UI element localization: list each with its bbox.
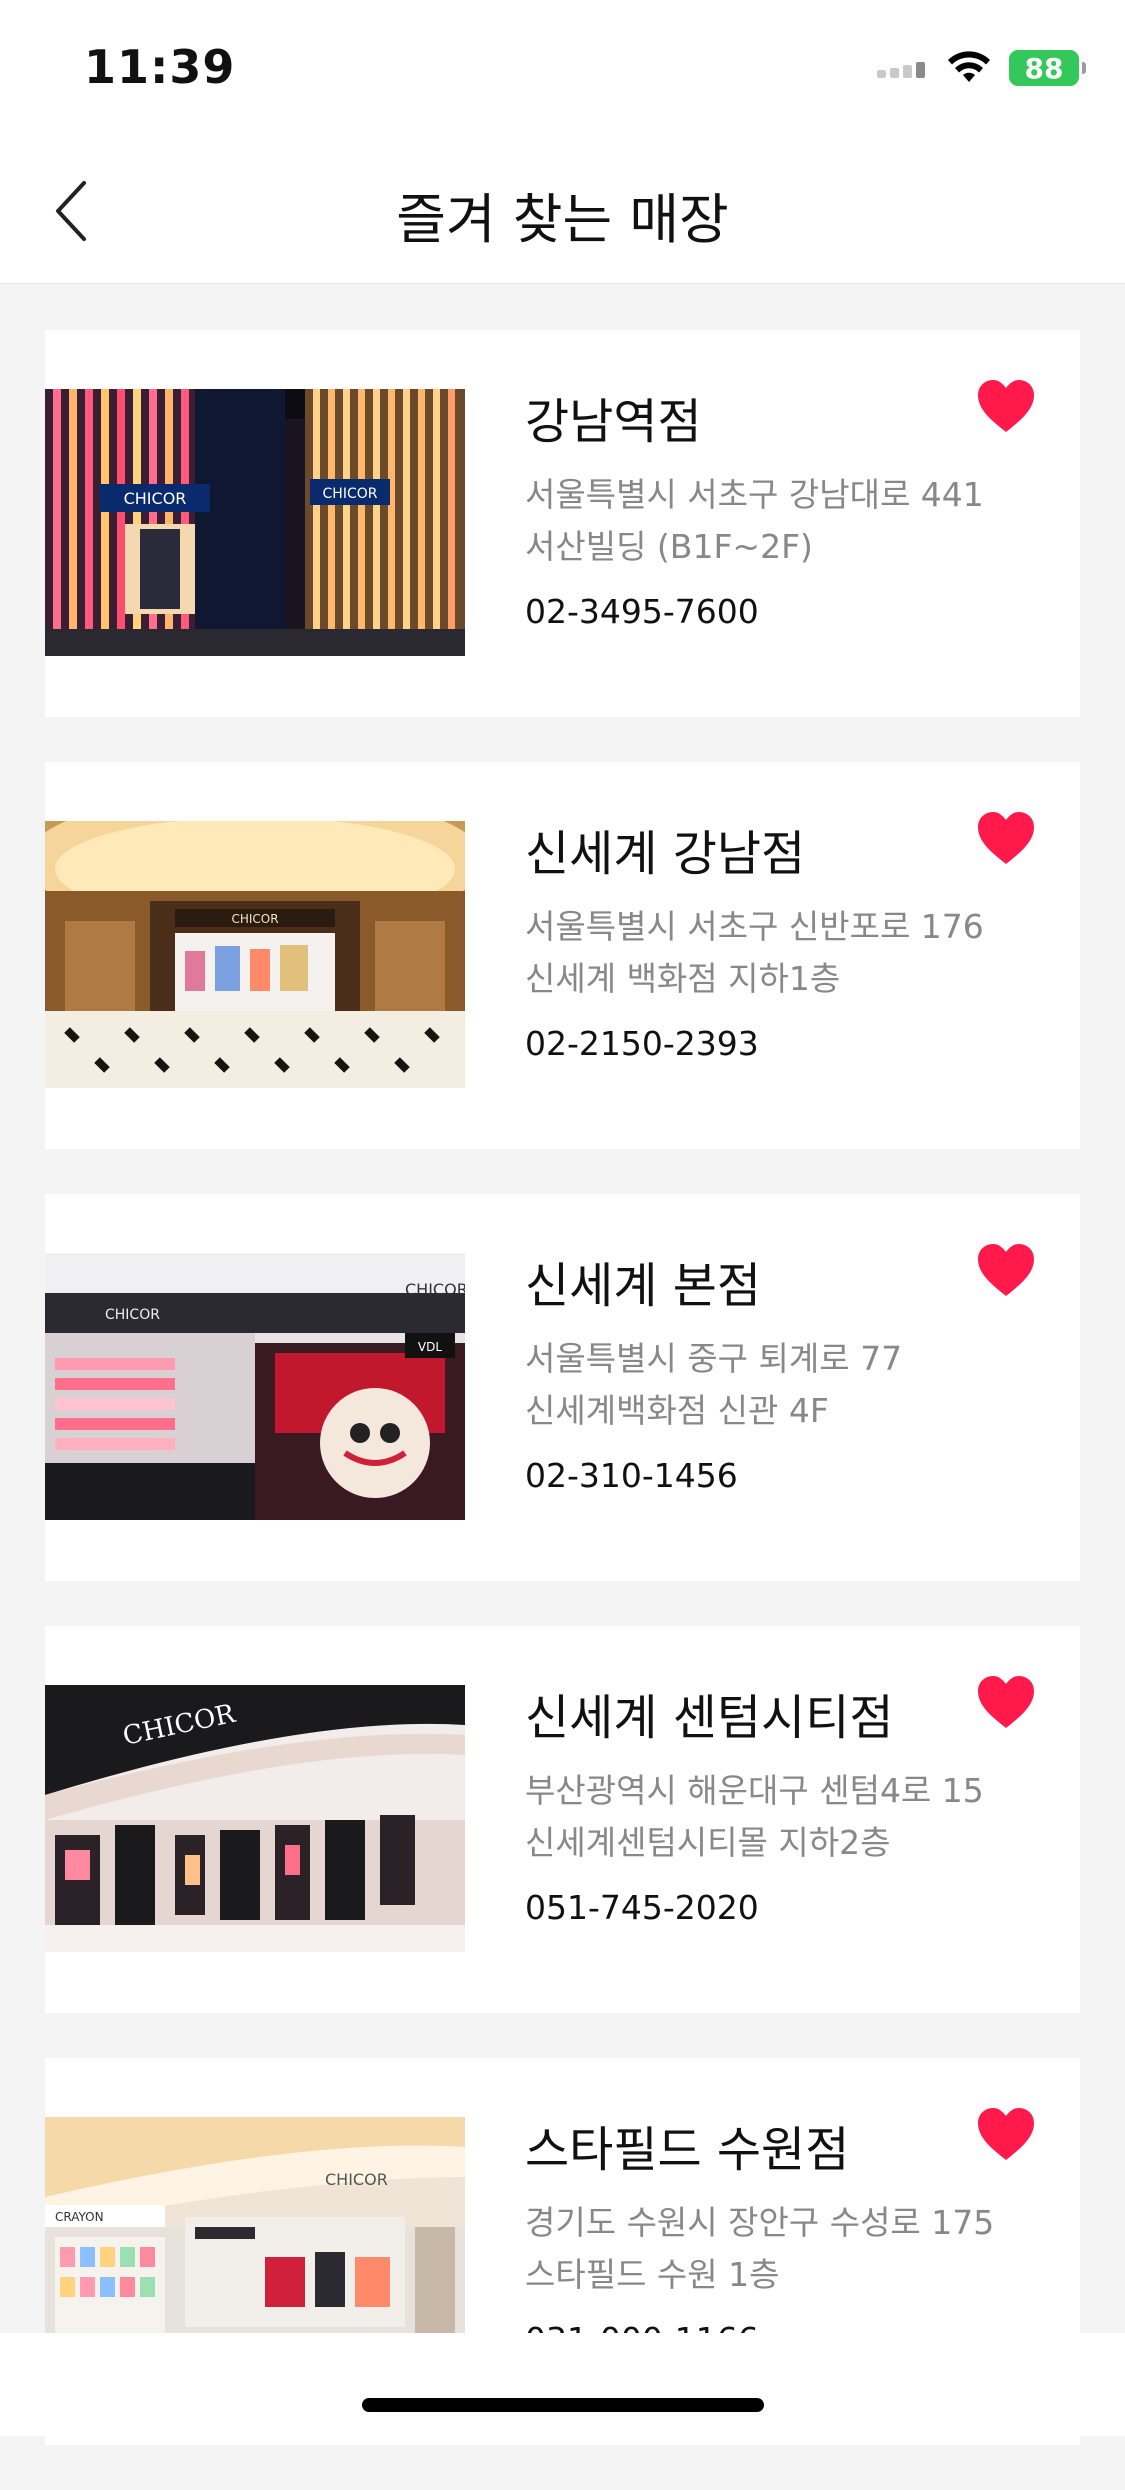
favorite-heart-icon[interactable] [976,1242,1036,1298]
navigation-bar: 즐겨 찾는 매장 [0,135,1125,284]
signal-icon [877,58,929,78]
status-time: 11:39 [84,40,236,94]
svg-text:CRAYON: CRAYON [55,2210,104,2224]
svg-text:VDL: VDL [418,1340,442,1354]
store-card[interactable]: CHICOR CHICOR 강남역점 서울특별시 서초구 강남대로 441 서산… [45,330,1080,717]
svg-text:CHICOR: CHICOR [105,1307,160,1323]
store-name: 신세계 센텀시티점 [525,1690,894,1746]
store-list: CHICOR CHICOR 강남역점 서울특별시 서초구 강남대로 441 서산… [45,330,1080,2490]
home-indicator-area [0,2333,1125,2436]
store-address-line1: 부산광역시 해운대구 센텀4로 15 [525,1771,984,1810]
battery-level: 88 [1024,51,1064,85]
svg-text:CHICOR: CHICOR [231,912,278,926]
favorite-heart-icon[interactable] [976,378,1036,434]
store-card[interactable]: CHICOR CHICOR VDL 신세계 본점 서울특별시 중구 퇴계로 77… [45,1194,1080,1581]
store-name: 스타필드 수원점 [525,2122,850,2178]
svg-text:CHICOR: CHICOR [405,1280,465,1299]
store-image: CHICOR [45,821,465,1088]
store-name: 강남역점 [525,394,702,450]
store-address-line2: 신세계센텀시티몰 지하2층 [525,1823,891,1862]
store-phone[interactable]: 02-310-1456 [525,1456,738,1495]
store-card[interactable]: CHICOR 신세계 센텀시티점 부산광역시 해운대구 센텀4로 15 신세계센… [45,1626,1080,2013]
store-address-line1: 서울특별시 중구 퇴계로 77 [525,1339,903,1378]
store-address-line2: 서산빌딩 (B1F~2F) [525,527,813,566]
store-name: 신세계 강남점 [525,826,806,882]
store-address-line2: 신세계백화점 신관 4F [525,1391,829,1430]
favorite-heart-icon[interactable] [976,1674,1036,1730]
store-name: 신세계 본점 [525,1258,762,1314]
store-address-line2: 스타필드 수원 1층 [525,2255,780,2294]
store-phone[interactable]: 02-3495-7600 [525,592,759,631]
store-image: CHICOR CHICOR [45,389,465,656]
page-title: 즐겨 찾는 매장 [396,188,729,251]
store-address-line1: 서울특별시 서초구 강남대로 441 [525,475,984,514]
favorite-heart-icon[interactable] [976,810,1036,866]
store-phone[interactable]: 02-2150-2393 [525,1024,759,1063]
svg-text:CHICOR: CHICOR [124,489,187,508]
store-address-line1: 경기도 수원시 장안구 수성로 175 [525,2203,995,2242]
favorite-heart-icon[interactable] [976,2106,1036,2162]
svg-text:CHICOR: CHICOR [325,2170,388,2189]
store-image: CHICOR CHICOR VDL [45,1253,465,1520]
svg-text:CHICOR: CHICOR [323,486,378,502]
store-phone[interactable]: 051-745-2020 [525,1888,759,1927]
store-address-line2: 신세계 백화점 지하1층 [525,959,841,998]
status-bar: 11:39 88 [0,0,1125,135]
store-card[interactable]: CHICOR 신세계 강남점 서울특별시 서초구 신반포로 176 신세계 백화… [45,762,1080,1149]
wifi-icon [947,51,991,85]
store-image: CHICOR [45,1685,465,1952]
store-address-line1: 서울특별시 서초구 신반포로 176 [525,907,984,946]
battery-icon: 88 [1009,50,1086,86]
home-indicator[interactable] [362,2398,764,2412]
status-icons: 88 [877,48,1086,88]
